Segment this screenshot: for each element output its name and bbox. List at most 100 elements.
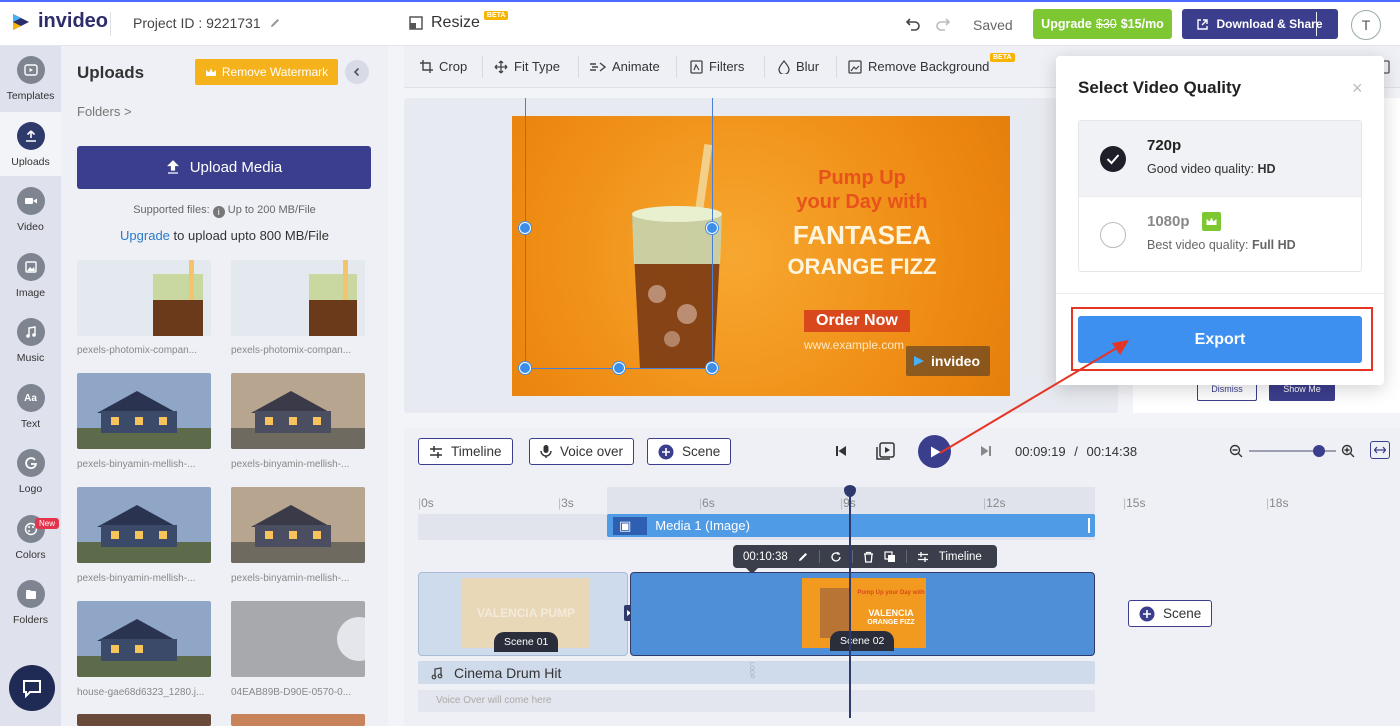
fit-type-button[interactable]: Fit Type (494, 59, 560, 74)
chat-icon (23, 680, 41, 699)
upload-media-button[interactable]: Upload Media (77, 146, 371, 189)
rail-item-colors[interactable]: Colors New (0, 505, 61, 569)
resize-handle[interactable] (613, 362, 625, 374)
zoom-out-icon[interactable] (1228, 443, 1244, 459)
resize-beta-badge: BETA (483, 10, 509, 20)
upload-thumbnail[interactable] (231, 714, 365, 726)
avatar[interactable]: T (1351, 10, 1381, 40)
duplicate-icon[interactable] (884, 550, 896, 563)
logo-icon (16, 449, 45, 477)
upgrade-link[interactable]: Upgrade (120, 228, 170, 243)
audio-loop-marker: LOOP (748, 662, 754, 679)
filters-label: Filters (709, 59, 745, 74)
info-icon[interactable]: i (212, 206, 225, 218)
playhead[interactable] (849, 488, 851, 718)
download-share-label: Download & Share (1216, 17, 1323, 31)
folders-link[interactable]: Folders > (77, 104, 132, 119)
pencil-icon[interactable] (798, 551, 809, 562)
scene-01-clip[interactable]: VALENCIA PUMP Scene 01 (418, 572, 628, 656)
ruler-tick: |12s (983, 496, 1006, 510)
radio-unchecked-icon (1100, 222, 1126, 248)
voice-over-button[interactable]: Voice over (529, 438, 635, 465)
upgrade-old-price: $30 (1095, 17, 1117, 31)
upload-thumbnail[interactable] (77, 601, 211, 677)
upload-thumbnail[interactable] (77, 487, 211, 563)
quality-option-1080p[interactable]: 1080p Best video quality: Full HD (1079, 197, 1361, 271)
clip-trim-handle[interactable] (1088, 518, 1090, 533)
plus-circle-icon (1139, 606, 1155, 621)
remove-background-beta-badge: BETA (990, 53, 1015, 62)
upload-thumbnail[interactable] (77, 714, 211, 726)
project-id[interactable]: Project ID : 9221731 (133, 15, 281, 31)
crop-button[interactable]: Crop (420, 59, 467, 74)
undo-icon[interactable] (905, 15, 921, 31)
upload-filename: pexels-binyamin-mellish-... (231, 573, 350, 584)
upload-thumbnail[interactable] (231, 260, 365, 336)
upload-media-label: Upload Media (189, 159, 283, 176)
resize-handle[interactable] (519, 222, 531, 234)
fit-timeline-icon[interactable] (1370, 441, 1390, 459)
resize-handle[interactable] (706, 362, 718, 374)
upload-icon (16, 122, 45, 150)
skip-back-icon[interactable] (832, 442, 850, 460)
animate-button[interactable]: Animate (590, 59, 660, 74)
supported-suffix: Up to 200 MB/File (227, 204, 316, 216)
invideo-logo[interactable]: invideo (10, 10, 108, 33)
filters-button[interactable]: Filters (690, 59, 744, 74)
remove-watermark-button[interactable]: Remove Watermark (195, 59, 338, 85)
scene-preview-icon[interactable] (874, 439, 898, 463)
add-scene-inline-button[interactable]: Scene (1128, 600, 1213, 627)
pencil-icon[interactable] (269, 17, 281, 29)
timeline-toggle-button[interactable]: Timeline (418, 438, 513, 465)
clip-timeline-label[interactable]: Timeline (939, 551, 982, 563)
rail-item-music[interactable]: Music (0, 308, 61, 372)
new-badge: New (34, 518, 59, 529)
collapse-panel-button[interactable] (345, 60, 369, 84)
replace-icon[interactable] (830, 551, 842, 563)
remove-background-icon (848, 59, 862, 74)
scene-02-clip[interactable]: Pump Up your Day with VALENCIA ORANGE FI… (630, 572, 1095, 656)
audio-track-clip[interactable]: Cinema Drum Hit LOOP (418, 661, 1095, 684)
resize-handle[interactable] (519, 362, 531, 374)
ad-line-4: ORANGE FIZZ (787, 254, 937, 279)
upload-filename: pexels-binyamin-mellish-... (231, 459, 350, 470)
rail-item-text[interactable]: Aa Text (0, 374, 61, 438)
rail-item-image[interactable]: Image (0, 243, 61, 307)
rail-item-uploads[interactable]: Uploads (0, 112, 61, 176)
saved-status: Saved (973, 17, 1013, 33)
redo-icon[interactable] (935, 15, 951, 31)
add-scene-button[interactable]: Scene (647, 438, 732, 465)
remove-watermark-label: Remove Watermark (221, 65, 329, 79)
rail-label-video: Video (17, 221, 44, 233)
trash-icon[interactable] (863, 551, 874, 563)
rail-item-video[interactable]: Video (0, 177, 61, 241)
drink-glass-image (632, 144, 722, 369)
upgrade-button[interactable]: Upgrade $30 $15/mo (1033, 9, 1172, 39)
rail-item-logo[interactable]: Logo (0, 439, 61, 503)
supported-prefix: Supported files: (133, 204, 210, 216)
quality-option-720p[interactable]: 720p Good video quality: HD (1079, 121, 1361, 196)
add-scene-inline-label: Scene (1163, 606, 1202, 621)
remove-background-label: Remove Background (868, 59, 990, 74)
rail-item-templates[interactable]: Templates (0, 46, 61, 110)
blur-button[interactable]: Blur (778, 59, 819, 74)
upload-thumbnail[interactable] (231, 487, 365, 563)
zoom-in-icon[interactable] (1340, 443, 1356, 459)
close-icon[interactable]: × (1352, 78, 1363, 99)
upload-thumbnail[interactable] (77, 260, 211, 336)
download-share-button[interactable]: Download & Share (1182, 9, 1338, 39)
zoom-slider-knob[interactable] (1312, 445, 1325, 457)
media-track-clip[interactable]: ▣ Media 1 (Image) (607, 514, 1095, 537)
resize-button[interactable]: Resize BETA (409, 10, 512, 32)
rail-item-folders[interactable]: Folders (0, 570, 61, 634)
music-note-icon (16, 318, 45, 346)
chat-button[interactable] (9, 665, 55, 711)
upload-thumbnail[interactable] (77, 373, 211, 449)
resize-handle[interactable] (706, 222, 718, 234)
undo-redo (905, 15, 951, 31)
remove-background-button[interactable]: Remove Background (848, 59, 989, 74)
upload-thumbnail[interactable] (231, 373, 365, 449)
voiceover-track[interactable]: Voice Over will come here (418, 690, 1095, 712)
zoom-slider[interactable] (1249, 445, 1336, 457)
upload-thumbnail[interactable] (231, 601, 365, 677)
